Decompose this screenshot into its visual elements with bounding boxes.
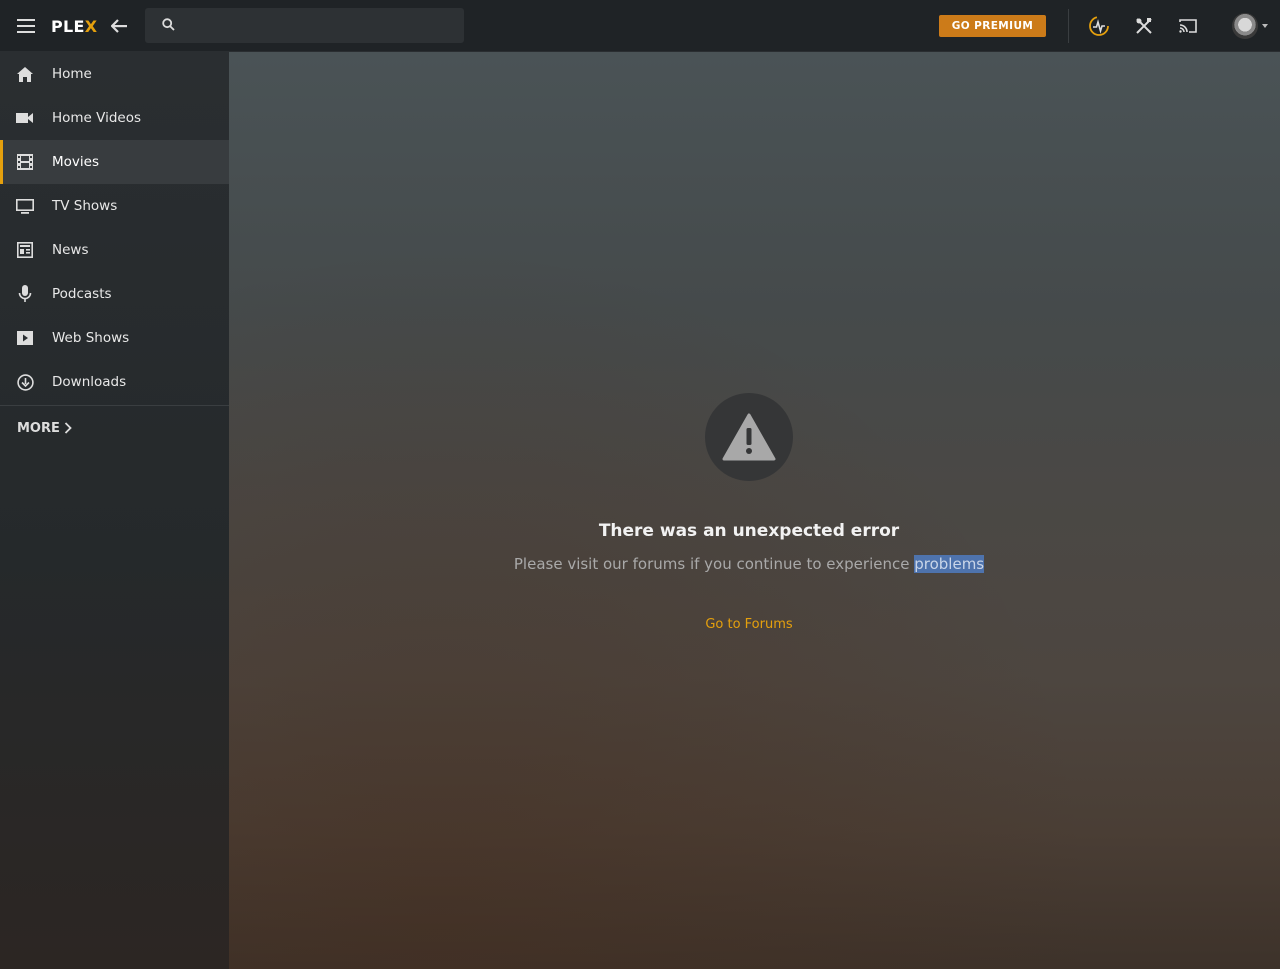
sidebar-item-web-shows[interactable]: Web Shows: [0, 316, 229, 360]
error-badge: [705, 393, 793, 481]
menu-icon[interactable]: [14, 14, 38, 38]
sidebar-item-tv-shows[interactable]: TV Shows: [0, 184, 229, 228]
top-bar: PLE X GO PREMIUM: [0, 0, 1280, 52]
main-content: There was an unexpected error Please vis…: [229, 52, 1280, 969]
chevron-down-icon: [1262, 24, 1268, 28]
sidebar-item-label: Web Shows: [52, 330, 130, 346]
logo-text: PLE: [51, 16, 85, 36]
selected-text: problems: [914, 555, 985, 573]
sidebar: Home Home Videos Movies TV Shows News Po…: [0, 52, 229, 969]
cast-icon[interactable]: [1176, 14, 1200, 38]
error-message: Please visit our forums if you continue …: [229, 555, 1269, 573]
sidebar-item-label: Podcasts: [52, 286, 112, 302]
play-icon: [16, 329, 34, 347]
home-icon: [16, 65, 34, 83]
go-premium-button[interactable]: GO PREMIUM: [939, 15, 1046, 37]
sidebar-item-label: Downloads: [52, 374, 127, 390]
newspaper-icon: [16, 241, 34, 259]
error-message-text: Please visit our forums if you continue …: [513, 555, 910, 573]
settings-tools-icon[interactable]: [1132, 14, 1156, 38]
search-icon: [162, 16, 175, 35]
sidebar-item-movies[interactable]: Movies: [0, 140, 229, 184]
error-title: There was an unexpected error: [598, 521, 900, 541]
logo-accent: X: [84, 16, 98, 36]
sidebar-item-label: Home: [52, 66, 92, 82]
topbar-divider: [1068, 9, 1069, 43]
film-icon: [16, 153, 34, 171]
search-bar[interactable]: [145, 8, 464, 43]
sidebar-item-label: Movies: [52, 154, 99, 170]
avatar: [1232, 13, 1258, 39]
sidebar-item-news[interactable]: News: [0, 228, 229, 272]
go-to-forums-link[interactable]: Go to Forums: [229, 617, 1269, 632]
sidebar-item-home-videos[interactable]: Home Videos: [0, 96, 229, 140]
plex-logo[interactable]: PLE X: [51, 15, 97, 37]
warning-icon: [722, 413, 776, 461]
more-button[interactable]: MORE: [0, 406, 229, 450]
microphone-icon: [16, 285, 34, 303]
sidebar-item-label: Home Videos: [52, 110, 142, 126]
sidebar-item-label: News: [52, 242, 89, 258]
back-arrow-icon[interactable]: [107, 14, 131, 38]
sidebar-item-downloads[interactable]: Downloads: [0, 360, 229, 404]
download-icon: [16, 373, 34, 391]
sidebar-item-label: TV Shows: [52, 198, 118, 214]
search-input[interactable]: [185, 17, 459, 34]
tv-icon: [16, 197, 34, 215]
more-label: MORE: [17, 420, 60, 436]
activity-icon[interactable]: [1087, 14, 1111, 38]
sidebar-item-podcasts[interactable]: Podcasts: [0, 272, 229, 316]
video-camera-icon: [16, 109, 34, 127]
chevron-right-icon: [64, 422, 72, 434]
user-menu[interactable]: [1232, 12, 1272, 40]
sidebar-item-home[interactable]: Home: [0, 52, 229, 96]
